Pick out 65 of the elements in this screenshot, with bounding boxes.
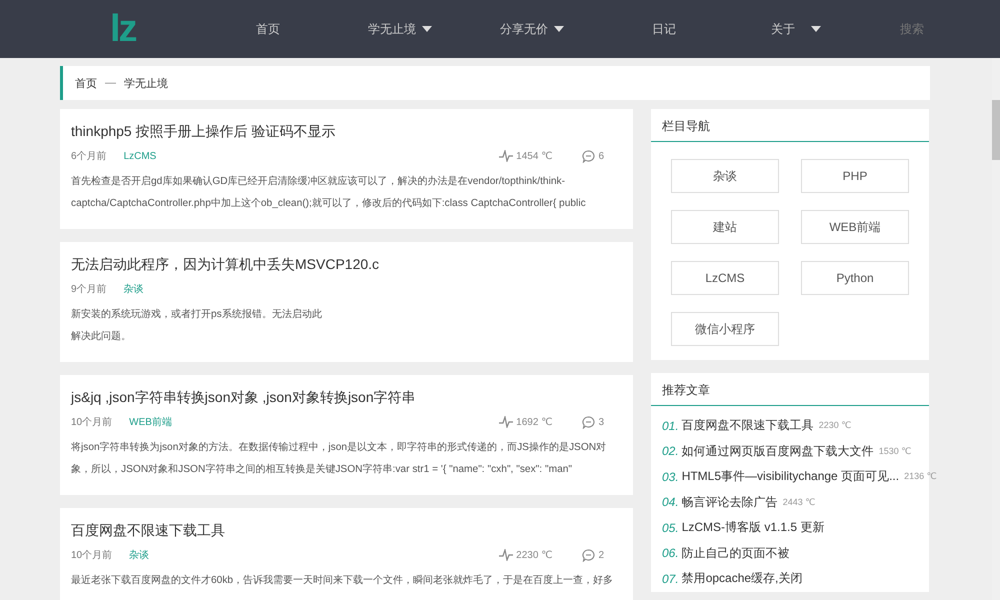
rank-number: 01. xyxy=(662,418,679,433)
recommended-article-link[interactable]: HTML5事件—visibilitychange 页面可见... xyxy=(682,468,900,486)
comment-count: 3 xyxy=(598,416,604,428)
rank-number: 05. xyxy=(662,520,679,535)
comment-count: 6 xyxy=(598,150,604,162)
article-excerpt: 象，所以，JSON对象和JSON字符串之间的相互转换是关键JSON字符串:var str1 = '{ "name": "cxh", "sex": "man" xyxy=(71,462,572,477)
rank-number: 03. xyxy=(662,470,679,484)
nav-link[interactable]: 分享无价 xyxy=(466,20,598,38)
view-count: 1530 ℃ xyxy=(878,446,912,457)
rank-number: 02. xyxy=(662,444,679,458)
comment-icon xyxy=(582,548,596,562)
comment-count: 2 xyxy=(598,550,604,560)
recommended-article-link[interactable]: 畅言评论去除广告 xyxy=(682,494,778,511)
comment-icon xyxy=(582,416,596,428)
category-button[interactable]: 建站 xyxy=(671,210,779,244)
breadcrumb-link[interactable]: 学无止境 xyxy=(124,76,168,90)
breadcrumb-separator: — xyxy=(105,77,116,89)
category-button[interactable]: 杂谈 xyxy=(671,159,779,193)
rank-number: 04. xyxy=(662,495,679,510)
article-time: 9个月前 xyxy=(71,283,107,296)
category-button[interactable]: WEB前端 xyxy=(801,210,909,244)
category-button[interactable]: Python xyxy=(801,261,909,295)
view-count: 1454 ℃ xyxy=(516,150,552,162)
category-button[interactable]: LzCMS xyxy=(671,261,779,295)
article-title[interactable]: 无法启动此程序，因为计算机中丢失MSVCP120.c xyxy=(71,256,622,274)
rank-number: 06. xyxy=(662,546,679,560)
article-time: 10个月前 xyxy=(71,416,112,429)
category-button[interactable]: PHP xyxy=(801,159,909,193)
article-excerpt: captcha/CaptchaController.php中加上这个ob_clean();就可以了，修改后的代码如下:class CaptchaController{ public xyxy=(71,196,586,211)
nav-link[interactable]: 首页 xyxy=(202,20,334,38)
comment-icon xyxy=(582,150,596,162)
caret-icon xyxy=(554,26,564,32)
recommended-article-link[interactable]: 百度网盘不限速下载工具 xyxy=(682,417,814,434)
panel-heading: 推荐文章 xyxy=(651,373,929,406)
article-excerpt: 首先检查是否开启gd库如果确认GD库已经开启清除缓冲区就应该可以了，解决的办法是在vendor/topthink/think- xyxy=(71,174,566,189)
view-count: 1692 ℃ xyxy=(516,416,552,428)
nav-link[interactable]: 学无止境 xyxy=(334,20,466,38)
article-title[interactable]: thinkphp5 按照手册上操作后 验证码不显示 xyxy=(71,123,622,141)
pulse-icon xyxy=(499,549,514,561)
panel-heading: 栏目导航 xyxy=(651,109,929,142)
category-button[interactable]: 微信小程序 xyxy=(671,312,779,346)
view-count: 2230 ℃ xyxy=(516,550,552,560)
article-time: 6个月前 xyxy=(71,150,107,163)
recommended-article-link[interactable]: LzCMS-博客版 v1.1.5 更新 xyxy=(682,519,824,536)
article-title[interactable]: 百度网盘不限速下载工具 xyxy=(71,522,622,540)
article-excerpt: 最近老张下载百度网盘的文件才60kb，告诉我需要一天时间来下载一个文件，瞬间老张就炸毛了，于是在百度上一查，好多 xyxy=(71,574,614,588)
rank-number: 07. xyxy=(662,572,679,586)
recommended-article-link[interactable]: 禁用opcache缓存,关闭 xyxy=(682,570,802,588)
article-excerpt: 将json字符串转换为json对象的方法。在数据传输过程中，json是以文本，即字符串的形式传递的，而JS操作的是JSON对 xyxy=(71,440,606,455)
pulse-icon xyxy=(499,416,514,428)
view-count: 2136 ℃ xyxy=(904,471,937,482)
article-excerpt: 新安装的系统玩游戏，或者打开ps系统报错。无法启动此 xyxy=(71,308,322,322)
article-title[interactable]: js&jq ,json字符串转换json对象 ,json对象转换json字符串 xyxy=(71,389,622,407)
article-time: 10个月前 xyxy=(71,549,112,562)
caret-icon xyxy=(422,26,432,32)
pulse-icon xyxy=(499,150,514,162)
view-count: 2230 ℃ xyxy=(818,420,852,432)
breadcrumb-link[interactable]: 首页 xyxy=(75,76,97,90)
caret-icon xyxy=(811,26,821,32)
nav-link[interactable]: 日记 xyxy=(598,20,730,38)
recommended-article-link[interactable]: 如何通过网页版百度网盘下载大文件 xyxy=(682,442,874,460)
view-count: 2443 ℃ xyxy=(782,496,816,508)
recommended-article-link[interactable]: 防止自己的页面不被 xyxy=(682,544,790,562)
article-excerpt: 解决此问题。 xyxy=(71,330,131,344)
nav-link[interactable]: 关于 xyxy=(730,20,862,38)
